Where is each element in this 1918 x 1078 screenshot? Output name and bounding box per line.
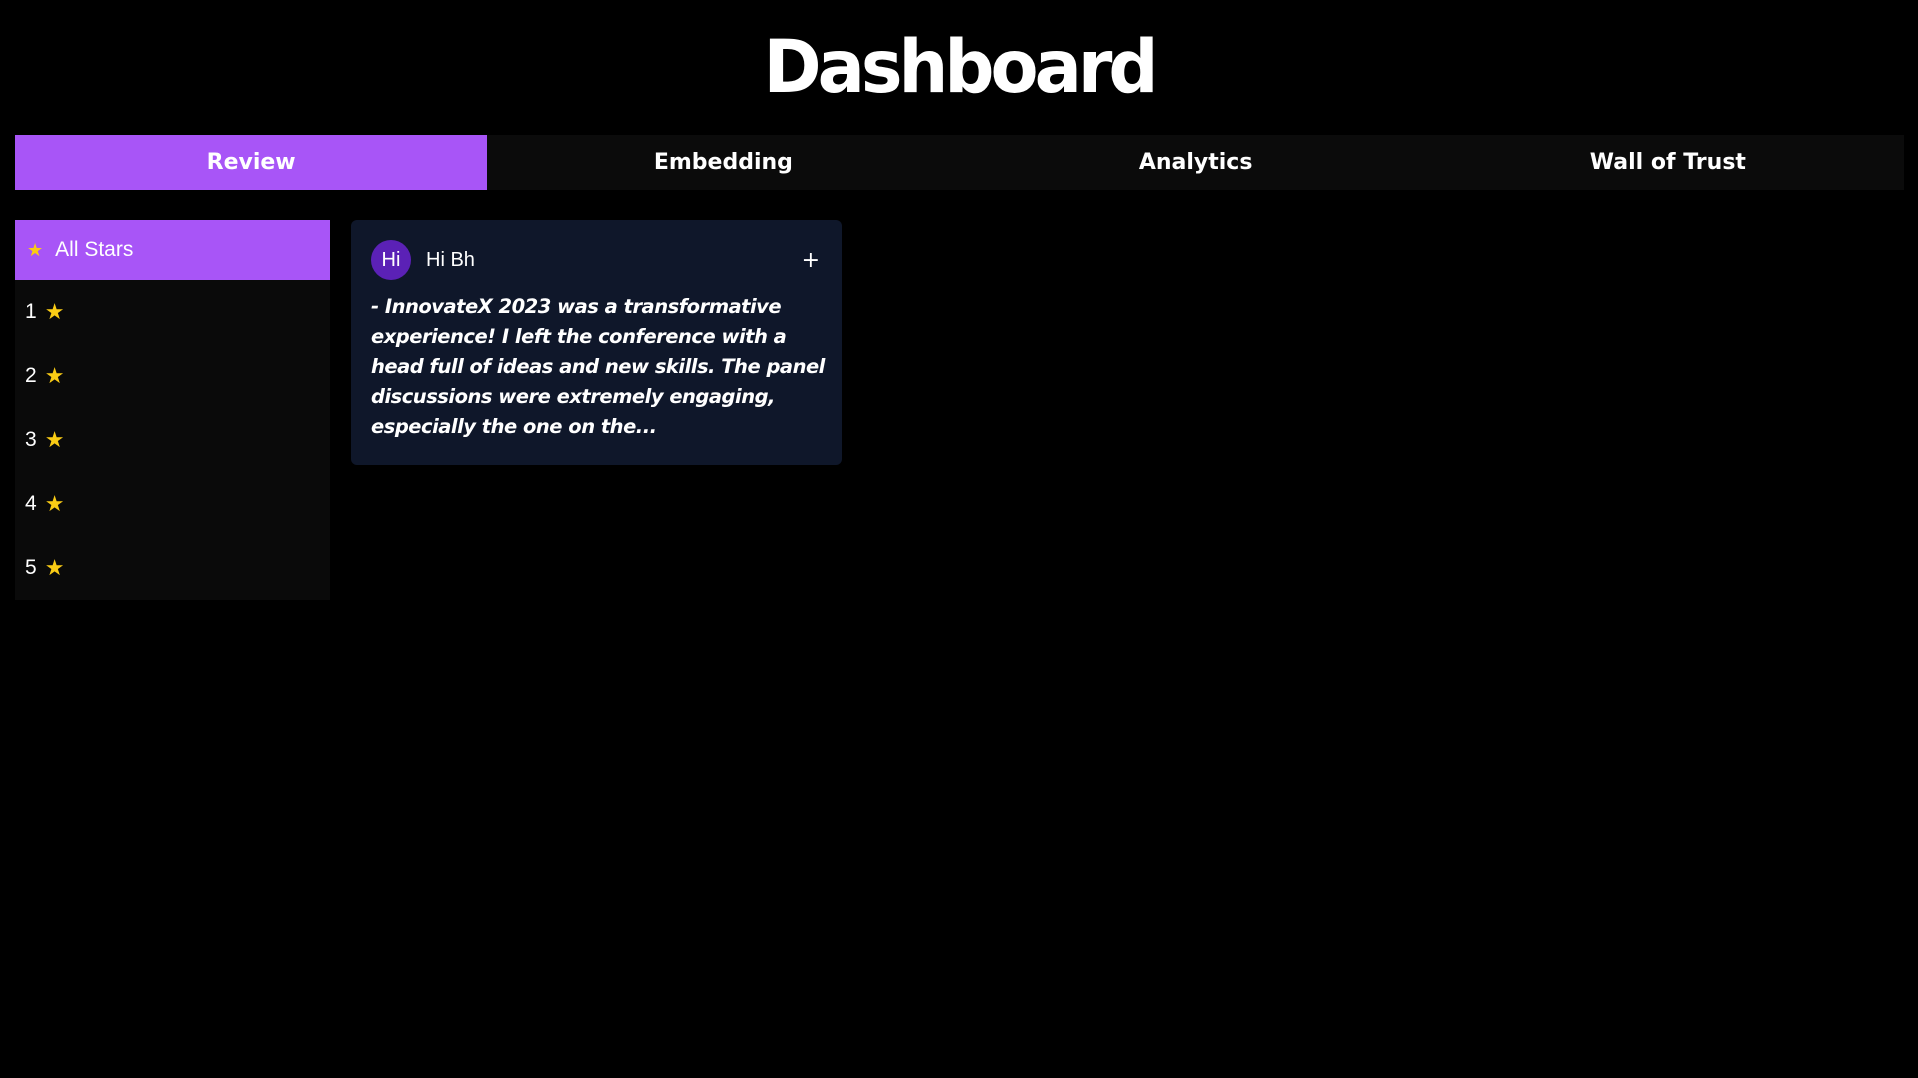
tab-bar: Review Embedding Analytics Wall of Trust: [15, 135, 1904, 190]
page-title: Dashboard: [763, 23, 1159, 111]
sidebar-item-label: 4: [25, 492, 37, 515]
star-icon: ★: [44, 491, 65, 516]
sidebar-item-2-star[interactable]: 2 ★: [15, 344, 330, 408]
sidebar-item-5-star[interactable]: 5 ★: [15, 536, 330, 600]
sidebar-item-3-star[interactable]: 3 ★: [15, 408, 330, 472]
add-button[interactable]: +: [802, 248, 820, 273]
dashboard-page: Dashboard Review Embedding Analytics Wal…: [0, 0, 1918, 1078]
review-author: Hi Bh: [426, 248, 475, 271]
star-icon: ★: [44, 299, 65, 324]
sidebar-item-label: 3: [25, 428, 37, 451]
tab-embedding[interactable]: Embedding: [487, 135, 959, 190]
sidebar-item-1-star[interactable]: 1 ★: [15, 280, 330, 344]
sidebar-item-all-stars[interactable]: ★ All Stars: [15, 220, 330, 280]
star-icon: ★: [44, 555, 65, 580]
avatar: Hi: [371, 240, 411, 280]
sidebar-item-label: 1: [25, 300, 37, 323]
sidebar-item-4-star[interactable]: 4 ★: [15, 472, 330, 536]
review-card-header: Hi Hi Bh +: [371, 240, 822, 280]
tab-analytics[interactable]: Analytics: [960, 135, 1432, 190]
star-icon: ★: [44, 363, 65, 388]
review-text: - InnovateX 2023 was a transformative ex…: [371, 295, 825, 438]
sidebar-item-label: All Stars: [55, 238, 134, 261]
star-icon: ★: [44, 427, 65, 452]
review-card: Hi Hi Bh + - InnovateX 2023 was a transf…: [351, 220, 842, 465]
star-filter-sidebar: ★ All Stars 1 ★ 2 ★ 3 ★ 4 ★ 5 ★: [15, 220, 330, 600]
star-icon: ★: [27, 239, 44, 260]
tab-wall-of-trust[interactable]: Wall of Trust: [1432, 135, 1904, 190]
sidebar-item-label: 2: [25, 364, 37, 387]
sidebar-item-label: 5: [25, 556, 37, 579]
tab-review[interactable]: Review: [15, 135, 488, 190]
